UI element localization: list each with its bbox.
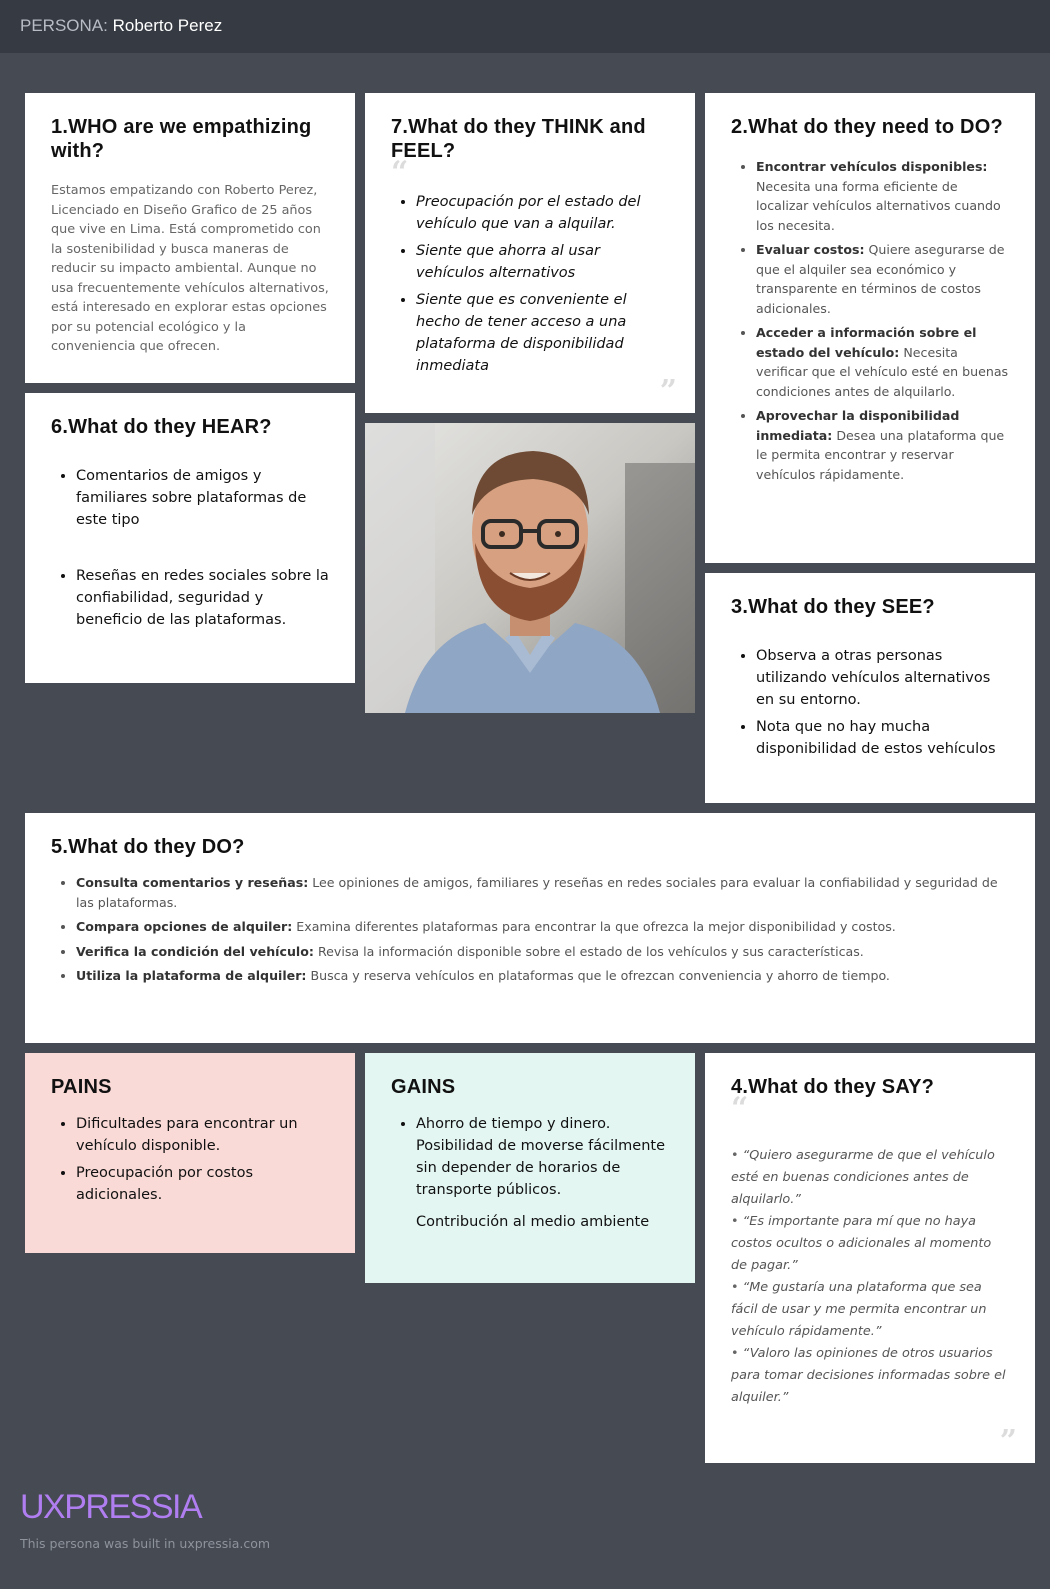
- list-item: Observa a otras personas utilizando vehí…: [756, 645, 1010, 711]
- list-item-label: Compara opciones de alquiler:: [76, 919, 293, 934]
- uxpressia-logo[interactable]: UXPRESSIA: [20, 1488, 203, 1527]
- list-item-label: Utiliza la plataforma de alquiler:: [76, 968, 307, 983]
- list-item-text: Busca y reserva vehículos en plataformas…: [306, 968, 890, 983]
- do-card: 5.What do they DO? Consulta comentarios …: [25, 813, 1035, 1043]
- need-to-do-card: 2.What do they need to DO? Encontrar veh…: [705, 93, 1035, 563]
- say-card: 4.What do they SAY? “ “Quiero asegurarme…: [705, 1053, 1035, 1463]
- list-item: Compara opciones de alquiler: Examina di…: [76, 917, 1010, 937]
- list-item: Encontrar vehículos disponibles: Necesit…: [756, 157, 1010, 235]
- top-bar: PERSONA: Roberto Perez: [0, 0, 1050, 53]
- gains-title: GAINS: [391, 1076, 456, 1098]
- say-title: 4.What do they SAY?: [731, 1076, 935, 1098]
- gains-card: GAINS Ahorro de tiempo y dinero. Posibil…: [365, 1053, 695, 1283]
- list-item: “Es importante para mí que no haya costo…: [731, 1211, 1010, 1277]
- list-item-label: Encontrar vehículos disponibles:: [756, 159, 988, 174]
- list-item: Aprovechar la disponibilidad inmediata: …: [756, 406, 1010, 484]
- persona-title: PERSONA: Roberto Perez: [20, 16, 222, 36]
- pains-list: Dificultades para encontrar un vehículo …: [51, 1113, 330, 1206]
- hear-title: 6.What do they HEAR?: [51, 416, 272, 438]
- list-item: Siente que es conveniente el hecho de te…: [416, 289, 670, 377]
- list-item: Reseñas en redes sociales sobre la confi…: [76, 565, 330, 631]
- list-item-text: Ahorro de tiempo y dinero. Posibilidad d…: [416, 1116, 666, 1198]
- close-quote-icon: ”: [659, 374, 677, 409]
- think-feel-title: 7.What do they THINK and FEEL?: [391, 116, 646, 162]
- open-quote-icon: “: [731, 1091, 749, 1126]
- say-list: “Quiero asegurarme de que el vehículo es…: [731, 1145, 1010, 1409]
- do-title: 5.What do they DO?: [51, 836, 245, 858]
- who-card: 1.WHO are we empathizing with? Estamos e…: [25, 93, 355, 383]
- persona-prefix: PERSONA:: [20, 16, 108, 35]
- think-feel-card: 7.What do they THINK and FEEL? “ Preocup…: [365, 93, 695, 413]
- list-item: “Valoro las opiniones de otros usuarios …: [731, 1343, 1010, 1409]
- see-title: 3.What do they SEE?: [731, 596, 935, 618]
- pains-title: PAINS: [51, 1076, 112, 1098]
- close-quote-icon: ”: [999, 1424, 1017, 1459]
- pains-card: PAINS Dificultades para encontrar un veh…: [25, 1053, 355, 1253]
- who-title: 1.WHO are we empathizing with?: [51, 116, 312, 162]
- hear-list: Comentarios de amigos y familiares sobre…: [51, 465, 330, 631]
- persona-name: Roberto Perez: [112, 16, 223, 35]
- list-item: Consulta comentarios y reseñas: Lee opin…: [76, 873, 1010, 912]
- list-item: Dificultades para encontrar un vehículo …: [76, 1113, 330, 1157]
- who-text: Estamos empatizando con Roberto Perez, L…: [51, 183, 329, 354]
- list-item: Preocupación por el estado del vehículo …: [416, 191, 670, 235]
- list-item: Utiliza la plataforma de alquiler: Busca…: [76, 966, 1010, 986]
- list-item: Verifica la condición del vehículo: Revi…: [76, 942, 1010, 962]
- list-item-text: Examina diferentes plataformas para enco…: [292, 919, 896, 934]
- list-item-text: Necesita una forma eficiente de localiza…: [756, 178, 1001, 233]
- gains-list: Ahorro de tiempo y dinero. Posibilidad d…: [391, 1113, 670, 1233]
- need-to-do-title: 2.What do they need to DO?: [731, 116, 1003, 138]
- do-list: Consulta comentarios y reseñas: Lee opin…: [51, 873, 1010, 986]
- list-item: Comentarios de amigos y familiares sobre…: [76, 465, 330, 531]
- see-card: 3.What do they SEE? Observa a otras pers…: [705, 573, 1035, 803]
- hear-card: 6.What do they HEAR? Comentarios de amig…: [25, 393, 355, 683]
- list-item: Preocupación por costos adicionales.: [76, 1162, 330, 1206]
- see-list: Observa a otras personas utilizando vehí…: [731, 645, 1010, 760]
- persona-photo: [365, 423, 695, 713]
- built-with-text: This persona was built in uxpressia.com: [20, 1536, 271, 1551]
- list-item: Evaluar costos: Quiere asegurarse de que…: [756, 240, 1010, 318]
- list-item: “Quiero asegurarme de que el vehículo es…: [731, 1145, 1010, 1211]
- list-item: “Me gustaría una plataforma que sea fáci…: [731, 1277, 1010, 1343]
- list-item-extra: Contribución al medio ambiente: [416, 1214, 650, 1230]
- think-feel-list: Preocupación por el estado del vehículo …: [391, 191, 670, 377]
- need-to-do-list: Encontrar vehículos disponibles: Necesit…: [731, 157, 1010, 484]
- list-item: Ahorro de tiempo y dinero. Posibilidad d…: [416, 1113, 670, 1233]
- list-item-text: Revisa la información disponible sobre e…: [313, 943, 864, 959]
- persona-photo-illustration: [365, 423, 695, 713]
- list-item: Acceder a información sobre el estado de…: [756, 323, 1010, 401]
- open-quote-icon: “: [391, 155, 409, 190]
- list-item-label: Consulta comentarios y reseñas:: [76, 875, 309, 890]
- list-item-label: Verifica la condición del vehículo:: [76, 943, 314, 959]
- list-item: Nota que no hay mucha disponibilidad de …: [756, 716, 1010, 760]
- list-item-label: Evaluar costos:: [756, 242, 865, 257]
- list-item: Siente que ahorra al usar vehículos alte…: [416, 240, 670, 284]
